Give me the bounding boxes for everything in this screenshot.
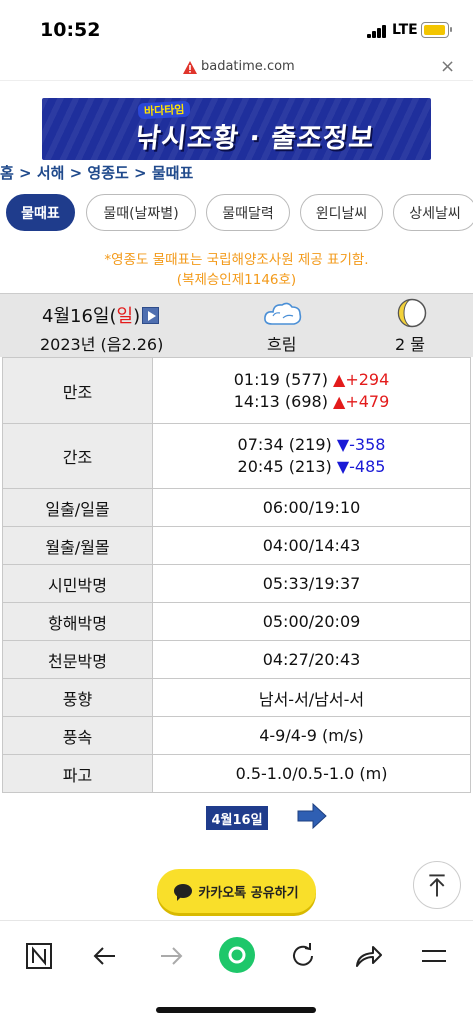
wind-speed-label: 풍속 bbox=[2, 716, 153, 755]
share-icon[interactable] bbox=[349, 936, 389, 976]
chat-bubble-icon bbox=[174, 884, 193, 901]
source-notice: *영종도 물때표는 국립해양조사원 제공 표기함. (복제승인제1146호) bbox=[0, 250, 473, 290]
day-of-week: 일 bbox=[116, 306, 134, 327]
cloud-icon bbox=[264, 302, 302, 325]
refresh-icon[interactable] bbox=[283, 936, 323, 976]
low-tide-time-2: 20:45 (213) bbox=[237, 457, 332, 476]
naver-home-icon[interactable] bbox=[19, 936, 59, 976]
sunrise-sunset-value: 06:00/19:10 bbox=[152, 488, 471, 527]
table-row: 풍속 4-9/4-9 (m/s) bbox=[2, 716, 471, 755]
sunrise-sunset-label: 일출/일몰 bbox=[2, 488, 153, 527]
high-tide-change-2: ▲+479 bbox=[333, 391, 390, 411]
astronomical-twilight-label: 천문박명 bbox=[2, 640, 153, 679]
forward-icon[interactable] bbox=[151, 936, 191, 976]
nautical-twilight-value: 05:00/20:09 bbox=[152, 602, 471, 641]
nautical-twilight-label: 항해박명 bbox=[2, 602, 153, 641]
arrow-right-icon[interactable] bbox=[296, 800, 328, 832]
wind-direction-value: 남서-서/남서-서 bbox=[152, 678, 471, 717]
high-tide-value: 01:19 (577) ▲+294 14:13 (698) ▲+479 bbox=[152, 357, 471, 424]
next-date-button[interactable]: 4월16일 bbox=[206, 806, 268, 830]
banner-headline: 낚시조황 · 출조정보 bbox=[134, 123, 377, 154]
home-indicator bbox=[156, 1007, 316, 1013]
high-tide-change-1: ▲+294 bbox=[333, 369, 390, 389]
status-time: 10:52 bbox=[40, 19, 101, 41]
scroll-top-button[interactable] bbox=[413, 861, 461, 909]
menu-icon[interactable] bbox=[414, 936, 454, 976]
table-row: 파고 0.5-1.0/0.5-1.0 (m) bbox=[2, 754, 471, 793]
site-banner[interactable]: 바다타임 낚시조황 · 출조정보 bbox=[42, 98, 431, 160]
moon-icon bbox=[397, 298, 427, 328]
date-heading: 4월16일(일) bbox=[42, 302, 160, 328]
status-bar: 10:52 LTE bbox=[0, 0, 473, 56]
table-row: 월출/월몰 04:00/14:43 bbox=[2, 526, 471, 565]
tab-tide-table[interactable]: 물때표 bbox=[6, 194, 75, 231]
moonrise-moonset-value: 04:00/14:43 bbox=[152, 526, 471, 565]
table-row: 간조 07:34 (219) ▼-358 20:45 (213) ▼-485 bbox=[2, 423, 471, 489]
arrow-up-icon bbox=[429, 874, 445, 897]
green-dot-icon[interactable] bbox=[215, 933, 259, 977]
tab-tide-calendar[interactable]: 물때달력 bbox=[206, 194, 290, 231]
tide-phase: 2 물 bbox=[395, 335, 425, 354]
notice-line-1: *영종도 물때표는 국립해양조사원 제공 표기함. bbox=[104, 252, 369, 268]
warning-icon bbox=[183, 61, 197, 74]
wave-height-label: 파고 bbox=[2, 754, 153, 793]
low-tide-change-1: ▼-358 bbox=[336, 435, 386, 454]
notice-line-2: (복제승인제1146호) bbox=[176, 272, 297, 288]
astronomical-twilight-value: 04:27/20:43 bbox=[152, 640, 471, 679]
table-row: 천문박명 04:27/20:43 bbox=[2, 640, 471, 679]
kakao-share-label: 카카오톡 공유하기 bbox=[198, 885, 299, 901]
low-tide-label: 간조 bbox=[2, 423, 153, 489]
breadcrumb[interactable]: 홈 > 서해 > 영종도 > 물때표 bbox=[0, 162, 193, 183]
table-row: 풍향 남서-서/남서-서 bbox=[2, 678, 471, 717]
wind-speed-value: 4-9/4-9 (m/s) bbox=[152, 716, 471, 755]
table-row: 일출/일몰 06:00/19:10 bbox=[2, 488, 471, 527]
kakao-share-button[interactable]: 카카오톡 공유하기 bbox=[157, 869, 316, 913]
signal-icon bbox=[367, 25, 387, 38]
low-tide-value: 07:34 (219) ▼-358 20:45 (213) ▼-485 bbox=[152, 423, 471, 489]
close-icon[interactable]: × bbox=[440, 56, 455, 77]
tab-windy-weather[interactable]: 윈디날씨 bbox=[300, 194, 383, 231]
high-tide-time-1: 01:19 (577) bbox=[233, 369, 328, 389]
table-row: 시민박명 05:33/19:37 bbox=[2, 564, 471, 603]
tab-bar: 물때표 물때(날짜별) 물때달력 윈디날씨 상세날씨 bbox=[0, 194, 473, 234]
tab-tide-by-date[interactable]: 물때(날짜별) bbox=[86, 194, 196, 231]
moonrise-moonset-label: 월출/월몰 bbox=[2, 526, 153, 565]
date-prefix: 4월16일( bbox=[42, 306, 117, 327]
wave-height-value: 0.5-1.0/0.5-1.0 (m) bbox=[152, 754, 471, 793]
tab-detailed-weather[interactable]: 상세날씨 bbox=[393, 194, 473, 231]
weather-label: 흐림 bbox=[267, 335, 297, 354]
battery-icon bbox=[421, 22, 452, 38]
play-icon[interactable] bbox=[142, 307, 160, 324]
url-text[interactable]: badatime.com bbox=[201, 59, 295, 74]
high-tide-label: 만조 bbox=[2, 357, 153, 424]
date-suffix: ) bbox=[133, 306, 141, 327]
tide-table: 만조 01:19 (577) ▲+294 14:13 (698) ▲+479 간… bbox=[2, 357, 471, 793]
low-tide-change-2: ▼-485 bbox=[336, 457, 386, 476]
civil-twilight-label: 시민박명 bbox=[2, 564, 153, 603]
low-tide-time-1: 07:34 (219) bbox=[237, 435, 332, 454]
url-bar[interactable]: badatime.com × bbox=[0, 56, 473, 80]
back-icon[interactable] bbox=[85, 936, 125, 976]
table-row: 항해박명 05:00/20:09 bbox=[2, 602, 471, 641]
network-label: LTE bbox=[392, 22, 418, 38]
table-row: 만조 01:19 (577) ▲+294 14:13 (698) ▲+479 bbox=[2, 357, 471, 424]
wind-direction-label: 풍향 bbox=[2, 678, 153, 717]
divider bbox=[0, 80, 473, 81]
civil-twilight-value: 05:33/19:37 bbox=[152, 564, 471, 603]
lunar-date: 2023년 (음2.26) bbox=[40, 335, 164, 354]
high-tide-time-2: 14:13 (698) bbox=[233, 391, 328, 411]
